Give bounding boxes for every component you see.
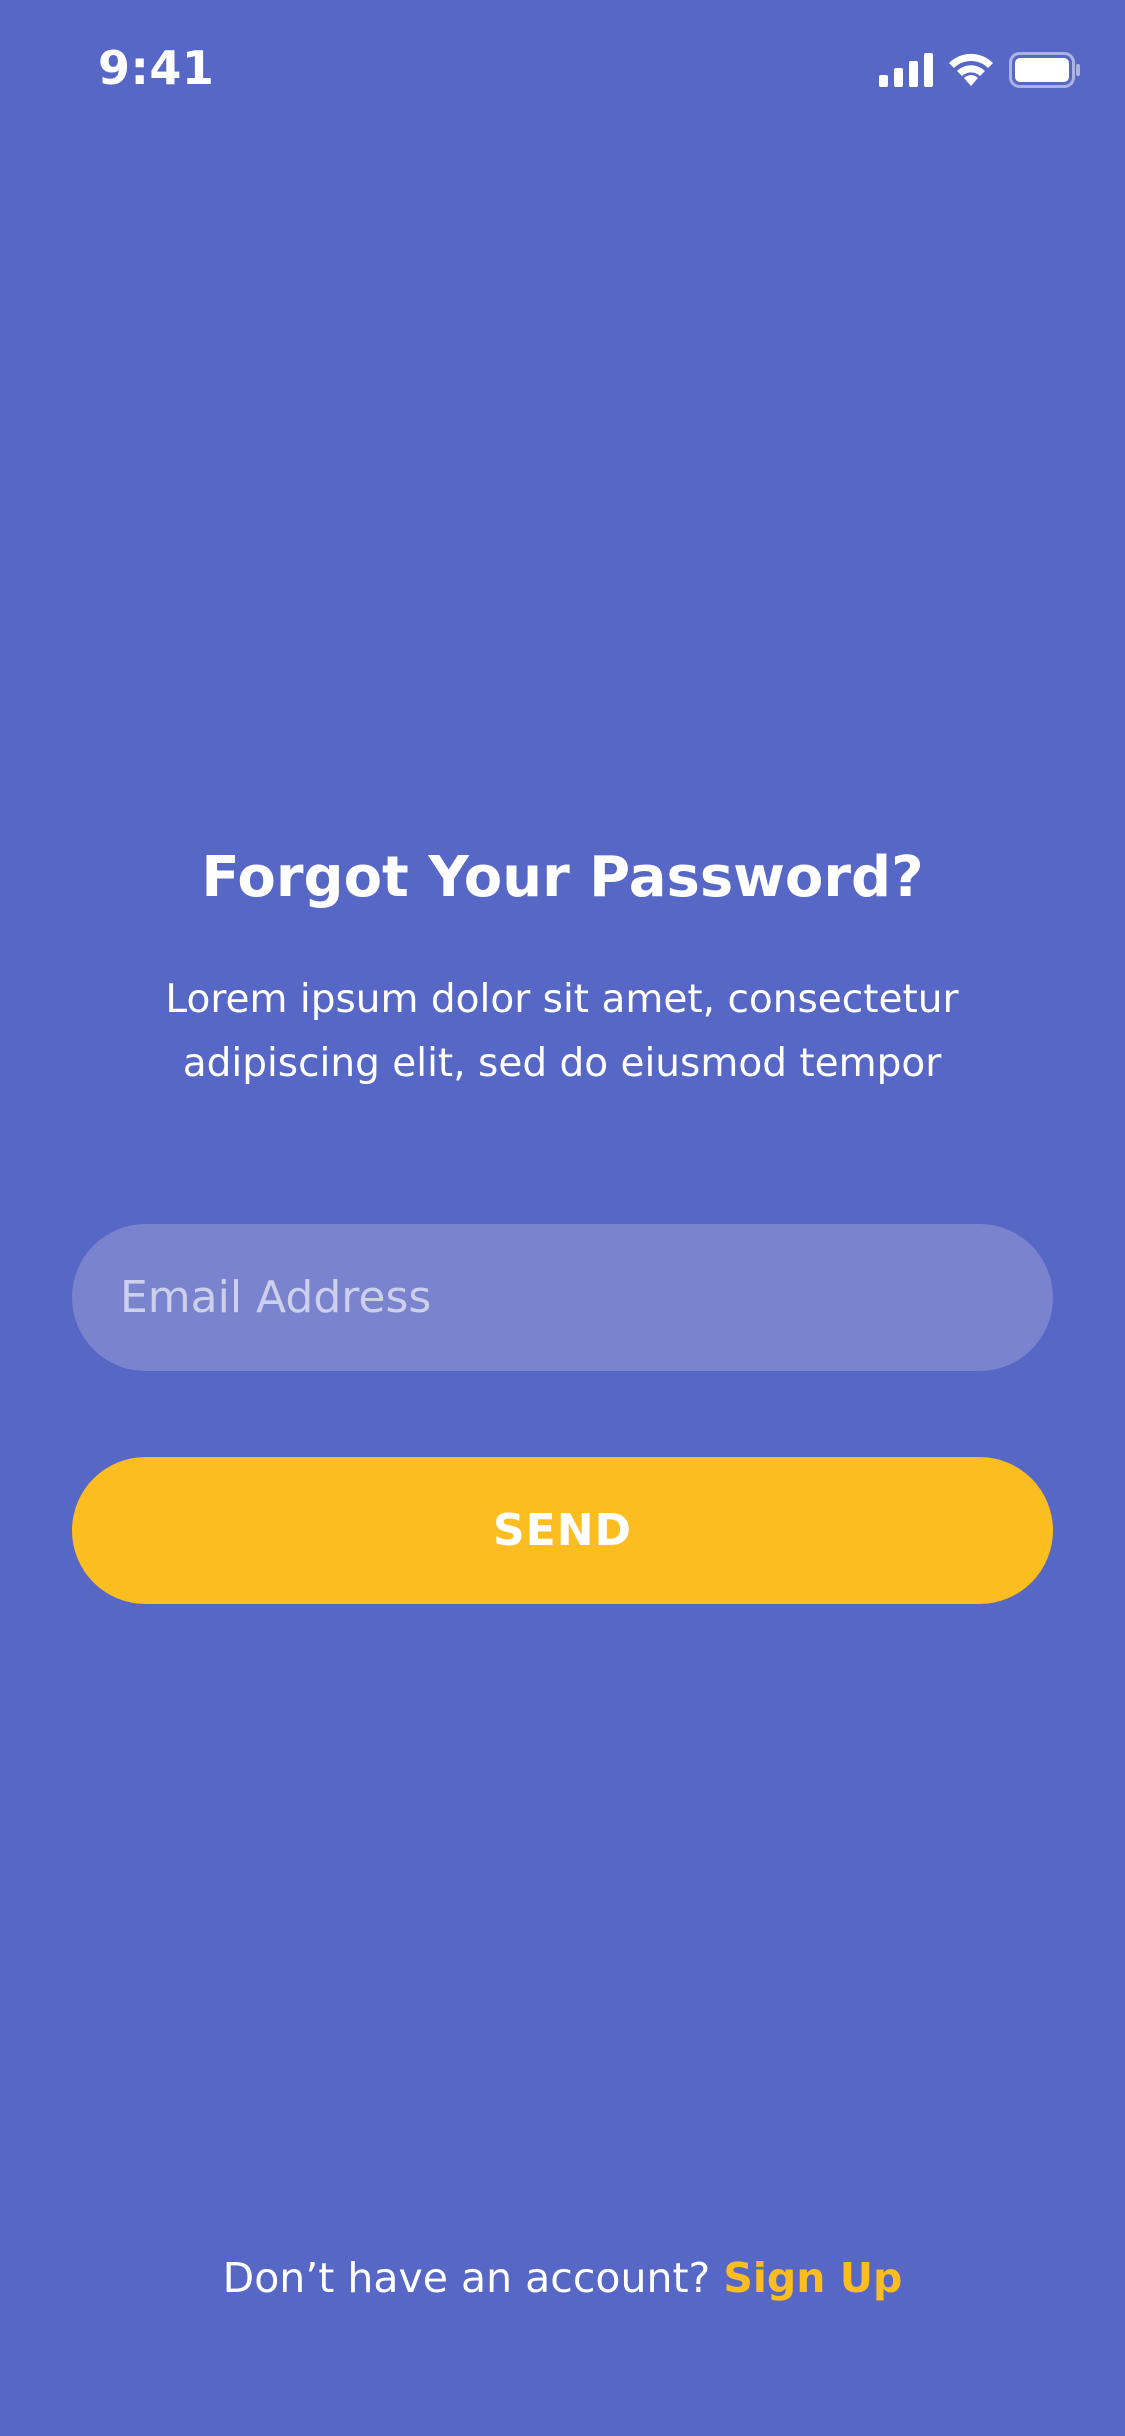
description-line: adipiscing elit, sed do eiusmod tempor <box>182 1041 942 1086</box>
signup-link[interactable]: Sign Up <box>723 2254 902 2302</box>
battery-icon <box>1009 52 1081 88</box>
status-time: 9:41 <box>98 41 215 95</box>
page-description: Lorem ipsum dolor sit amet, consectetur … <box>112 968 1012 1096</box>
page-title: Forgot Your Password? <box>201 845 924 910</box>
email-field[interactable] <box>72 1224 1053 1371</box>
signup-prompt: Don’t have an account? Sign Up <box>0 2248 1125 2308</box>
description-line: Lorem ipsum dolor sit amet, consectetur <box>165 977 959 1022</box>
email-input[interactable] <box>120 1272 1005 1323</box>
wifi-icon <box>947 52 995 88</box>
signup-prompt-text: Don’t have an account? <box>222 2254 711 2302</box>
cellular-signal-icon <box>879 53 933 87</box>
status-icons <box>879 48 1081 92</box>
send-button[interactable]: SEND <box>72 1457 1053 1604</box>
forgot-password-screen: 9:41 Forgot Your Password? Lorem ipsum d… <box>0 0 1125 2436</box>
